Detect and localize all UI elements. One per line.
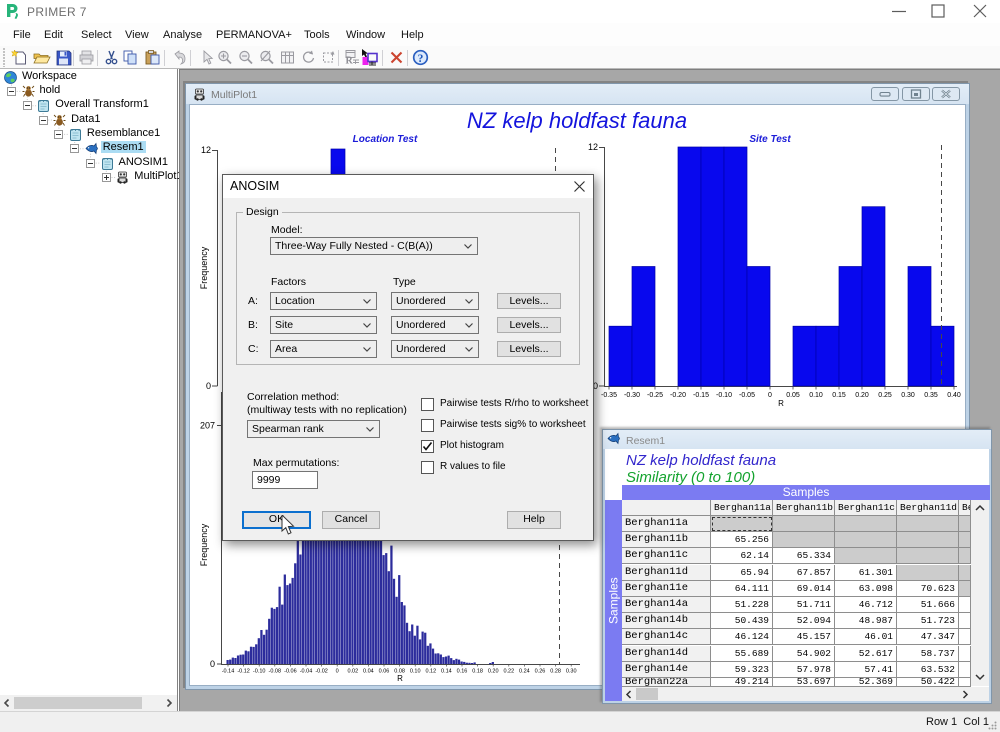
svg-text:-0.06: -0.06	[284, 669, 297, 675]
svg-text:0.10: 0.10	[809, 392, 823, 399]
svg-text:R: R	[346, 56, 354, 67]
svg-text:207: 207	[200, 421, 215, 431]
svg-text:-0.35: -0.35	[601, 392, 617, 399]
svg-text:0.16: 0.16	[457, 669, 468, 675]
svg-text:12: 12	[201, 145, 211, 155]
svg-text:0.20: 0.20	[855, 392, 869, 399]
svg-text:-0.10: -0.10	[716, 392, 732, 399]
svg-text:-0.04: -0.04	[300, 669, 313, 675]
svg-text:0.40: 0.40	[947, 392, 961, 399]
svg-text:0.18: 0.18	[472, 669, 483, 675]
svg-text:-0.14: -0.14	[222, 669, 235, 675]
svg-text:0.28: 0.28	[550, 669, 561, 675]
svg-text:0.05: 0.05	[786, 392, 800, 399]
svg-text:0.12: 0.12	[425, 669, 436, 675]
svg-text:0.30: 0.30	[566, 669, 577, 675]
svg-text:0.30: 0.30	[901, 392, 915, 399]
svg-text:Site Test: Site Test	[749, 134, 791, 145]
svg-text:0.20: 0.20	[488, 669, 499, 675]
svg-text:0: 0	[210, 659, 215, 669]
svg-text:Frequency: Frequency	[199, 523, 209, 566]
svg-text:0.15: 0.15	[832, 392, 846, 399]
svg-text:0.35: 0.35	[924, 392, 938, 399]
svg-text:0.10: 0.10	[410, 669, 421, 675]
svg-text:Location Test: Location Test	[353, 134, 418, 145]
svg-text:0.06: 0.06	[379, 669, 390, 675]
svg-text:-0.30: -0.30	[624, 392, 640, 399]
svg-text:0: 0	[336, 669, 339, 675]
svg-text:-0.08: -0.08	[269, 669, 282, 675]
svg-text:-0.10: -0.10	[253, 669, 266, 675]
svg-text:R: R	[778, 399, 784, 408]
svg-text:0.25: 0.25	[878, 392, 892, 399]
svg-text:-0.12: -0.12	[237, 669, 250, 675]
svg-text:?: ?	[418, 53, 424, 65]
svg-text:0.14: 0.14	[441, 669, 452, 675]
svg-text:0.04: 0.04	[363, 669, 374, 675]
svg-text:Frequency: Frequency	[199, 246, 209, 289]
svg-text:NZ kelp holdfast fauna: NZ kelp holdfast fauna	[467, 108, 687, 133]
svg-text:0.22: 0.22	[503, 669, 514, 675]
svg-text:0.24: 0.24	[519, 669, 530, 675]
svg-text:12: 12	[588, 142, 598, 152]
svg-text:-0.15: -0.15	[693, 392, 709, 399]
svg-text:0.26: 0.26	[535, 669, 546, 675]
svg-text:-0.02: -0.02	[315, 669, 328, 675]
svg-text:-0.05: -0.05	[739, 392, 755, 399]
svg-text:0: 0	[768, 392, 772, 399]
svg-text:-0.20: -0.20	[670, 392, 686, 399]
svg-text:-0.25: -0.25	[647, 392, 663, 399]
svg-text:0: 0	[206, 381, 211, 391]
svg-text:R: R	[397, 674, 403, 683]
svg-text:0.02: 0.02	[347, 669, 358, 675]
